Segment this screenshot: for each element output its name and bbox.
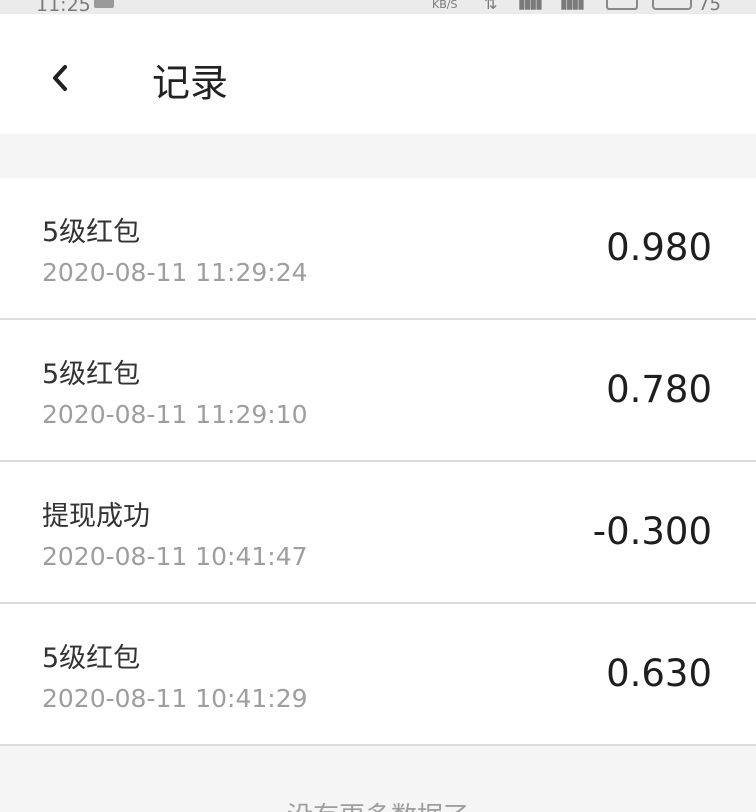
battery-icon [652,0,692,10]
app-header: 记录 [0,14,756,134]
no-more-data-text: 没有更多数据了 [0,796,756,812]
record-amount: 0.780 [606,368,712,411]
record-row[interactable]: 5级红包 2020-08-11 11:29:10 0.780 [0,320,756,462]
record-time: 2020-08-11 11:29:24 [42,258,308,287]
record-row[interactable]: 提现成功 2020-08-11 10:41:47 -0.300 [0,462,756,604]
record-time: 2020-08-11 10:41:29 [42,684,308,713]
record-title: 5级红包 [42,643,141,674]
record-row[interactable]: 5级红包 2020-08-11 10:41:29 0.630 [0,604,756,746]
record-amount: 0.980 [606,226,712,269]
record-list: 5级红包 2020-08-11 11:29:24 0.980 5级红包 2020… [0,178,756,746]
record-title: 5级红包 [42,359,141,390]
record-title: 提现成功 [42,501,150,532]
record-row[interactable]: 5级红包 2020-08-11 11:29:24 0.980 [0,178,756,320]
notification-icon [94,0,114,8]
record-title: 5级红包 [42,217,141,248]
battery-level: 75 [698,0,721,14]
record-amount: 0.630 [606,652,712,695]
record-amount: -0.300 [592,510,712,553]
record-time: 2020-08-11 11:29:10 [42,400,308,429]
page-title: 记录 [152,61,229,105]
net-speed: KB/S [432,0,458,11]
status-time: 11:25 [36,0,91,14]
data-transfer-icon: ⇅ [484,0,498,13]
signal-icon: ▮▮▮▮ [518,0,543,12]
record-time: 2020-08-11 10:41:47 [42,542,308,571]
chevron-left-icon [53,65,67,91]
hd-icon [606,0,638,10]
list-footer: 没有更多数据了 [0,746,756,812]
section-gap [0,134,756,178]
signal-icon-2: ▮▮▮▮ [560,0,585,12]
back-button[interactable] [36,54,84,102]
status-bar: 11:25 KB/S ⇅ ▮▮▮▮ ▮▮▮▮ 75 [0,0,756,14]
